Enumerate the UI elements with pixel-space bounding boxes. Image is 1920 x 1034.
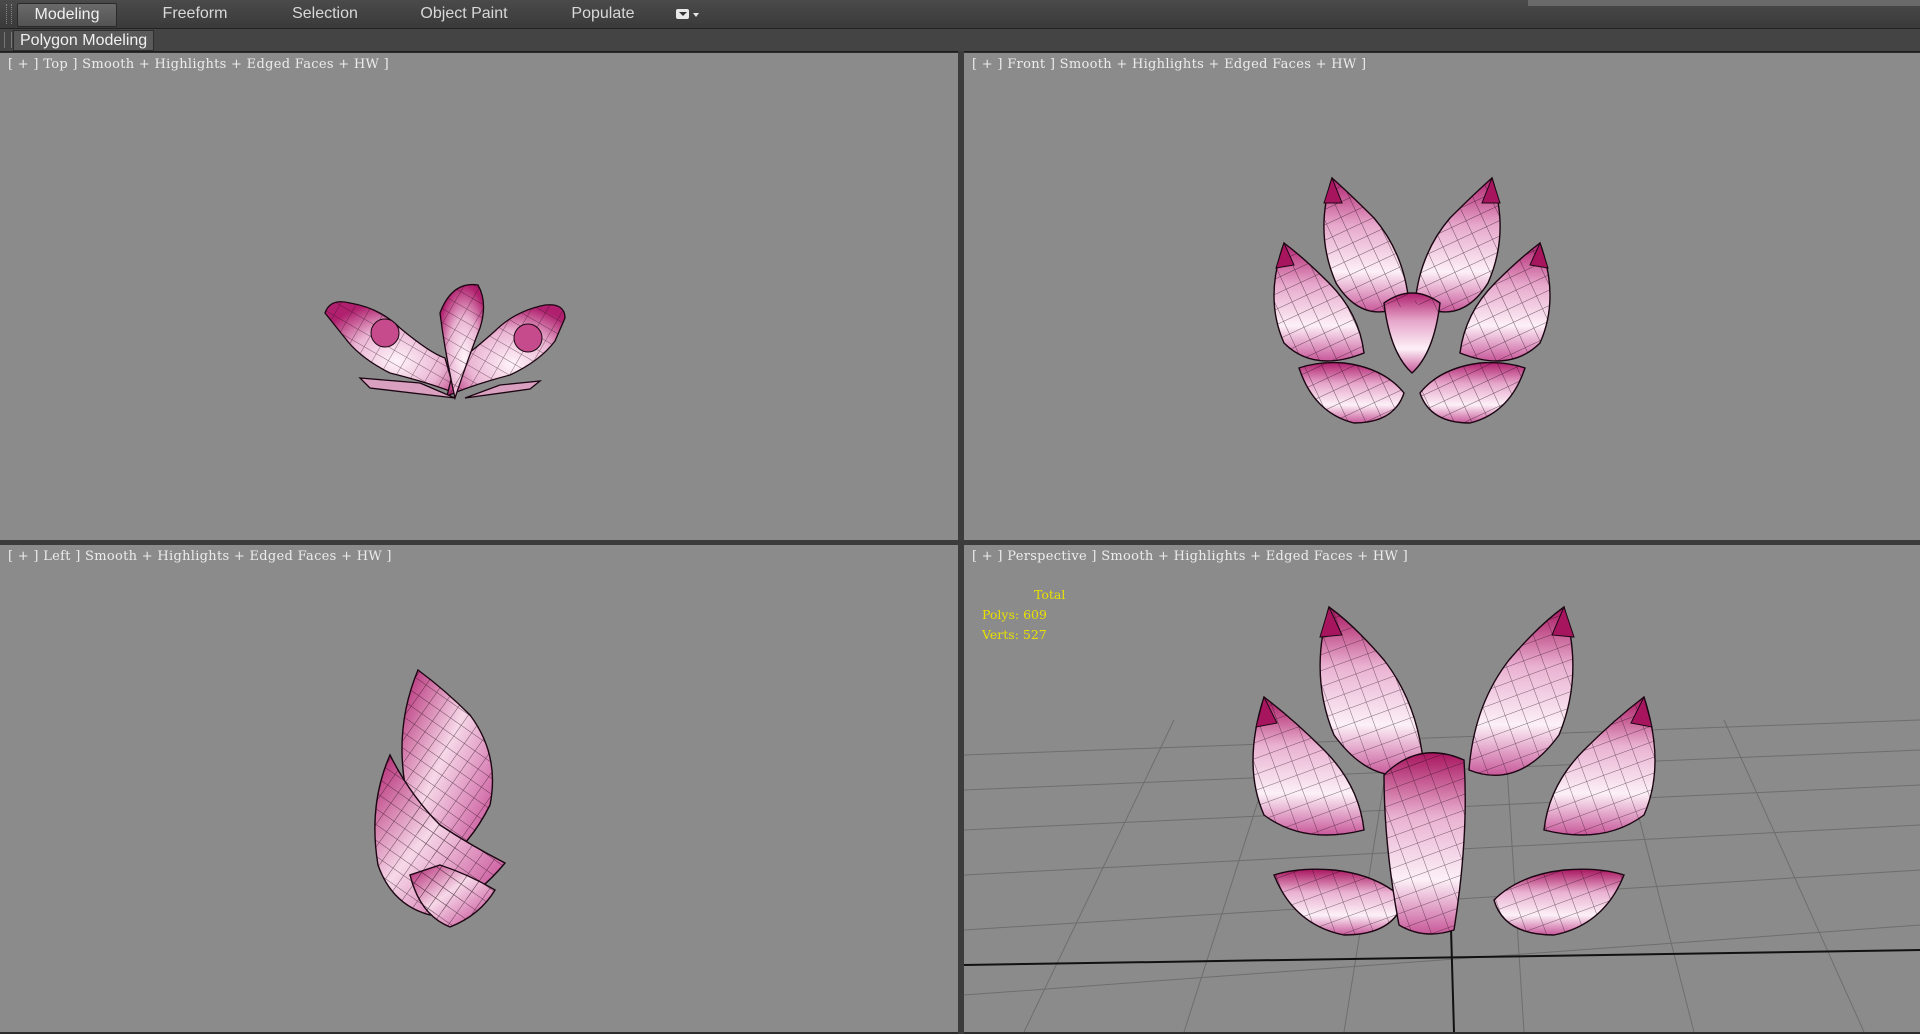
- viewport-left[interactable]: [ + ] Left ] Smooth + Highlights + Edged…: [0, 545, 958, 1032]
- flower-mesh-front: [1273, 176, 1551, 424]
- ribbon-minimize-toggle[interactable]: [676, 7, 702, 21]
- tab-freeform[interactable]: Freeform: [150, 3, 240, 25]
- perspective-scene: [964, 605, 1920, 1032]
- tab-object-paint[interactable]: Object Paint: [412, 3, 516, 25]
- ribbon-grip[interactable]: [6, 4, 12, 24]
- ribbon-top-edge: [1528, 0, 1920, 6]
- grid-axis-x: [964, 949, 1920, 966]
- tab-modeling[interactable]: Modeling: [17, 3, 117, 27]
- panel-grip[interactable]: [4, 32, 12, 48]
- tab-selection[interactable]: Selection: [280, 3, 370, 25]
- flower-mesh-top: [324, 283, 566, 401]
- ribbon-panel-bar: Polygon Modeling: [0, 29, 1920, 52]
- polygon-modeling-panel[interactable]: Polygon Modeling: [13, 30, 155, 51]
- tab-populate[interactable]: Populate: [556, 3, 650, 25]
- chevron-down-icon: [693, 13, 699, 17]
- viewport-top[interactable]: [ + ] Top ] Smooth + Highlights + Edged …: [0, 53, 958, 540]
- flower-mesh-left: [374, 668, 507, 928]
- viewport-divider-horizontal[interactable]: [0, 540, 1920, 545]
- ribbon-tab-bar: Modeling Freeform Selection Object Paint…: [0, 0, 1920, 29]
- viewport-front[interactable]: [ + ] Front ] Smooth + Highlights + Edge…: [964, 53, 1920, 540]
- ribbon-toggle-icon: [676, 9, 689, 19]
- viewport-perspective[interactable]: [ + ] Perspective ] Smooth + Highlights …: [964, 545, 1920, 1032]
